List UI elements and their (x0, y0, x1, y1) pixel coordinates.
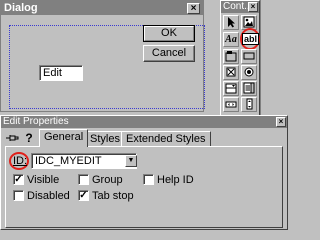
button-icon (243, 52, 255, 60)
v-scroll-icon (246, 98, 253, 110)
edit-properties-window: Edit Properties × ? General Styles Exten… (0, 115, 288, 230)
combo-box-tool[interactable] (223, 81, 239, 96)
radio-button-tool[interactable] (241, 65, 257, 80)
list-box-tool[interactable] (241, 81, 257, 96)
disabled-checkbox[interactable] (13, 190, 24, 201)
chevron-down-icon[interactable]: ▼ (125, 155, 137, 167)
group-checkbox[interactable] (78, 174, 89, 185)
static-text-tool[interactable]: Aa (223, 32, 239, 47)
ok-button[interactable]: OK (143, 25, 195, 42)
picture-icon (243, 16, 255, 28)
help-question-icon[interactable]: ? (23, 131, 35, 145)
id-combobox[interactable]: IDC_MYEDIT (31, 153, 137, 169)
edit-control[interactable]: Edit (39, 65, 83, 81)
group-box-tool[interactable] (223, 49, 239, 64)
pushpin-icon[interactable] (5, 132, 19, 144)
edit-box-tool[interactable]: abl (240, 28, 260, 50)
help-id-label: Help ID (157, 174, 194, 186)
pointer-tool[interactable] (223, 15, 239, 30)
dialog-title: Dialog (1, 1, 203, 15)
dialog-window: Dialog × OK Cancel Edit (0, 0, 205, 112)
tab-stop-checkbox[interactable]: ✓ (78, 190, 89, 201)
tab-stop-label: Tab stop (92, 190, 134, 202)
properties-title: Edit Properties (1, 116, 287, 128)
v-scroll-tool[interactable] (241, 97, 257, 112)
combo-box-icon (225, 83, 237, 94)
editor-right-strip (260, 0, 288, 120)
visible-checkbox[interactable]: ✓ (13, 174, 24, 185)
visible-label: Visible (27, 174, 60, 186)
edit-box-icon: abl (242, 33, 260, 45)
help-id-checkbox[interactable] (143, 174, 154, 185)
id-label: ID: (13, 155, 28, 167)
controls-close-button[interactable]: × (248, 2, 258, 12)
ok-button-label: OK (144, 26, 194, 41)
properties-close-button[interactable]: × (276, 117, 286, 127)
dialog-close-button[interactable]: × (187, 3, 200, 14)
tab-styles[interactable]: Styles (85, 131, 125, 147)
radio-button-icon (244, 67, 254, 77)
button-tool[interactable] (241, 49, 257, 64)
cancel-button[interactable]: Cancel (143, 45, 195, 62)
check-box-icon (226, 67, 236, 77)
controls-toolbox: Cont... × Aa abl (220, 0, 260, 120)
group-box-icon (225, 51, 237, 62)
tab-general[interactable]: General (39, 129, 89, 147)
pointer-icon (228, 17, 235, 28)
tab-extended-styles[interactable]: Extended Styles (121, 131, 211, 147)
disabled-label: Disabled (27, 190, 70, 202)
group-label: Group (92, 174, 123, 186)
h-scroll-tool[interactable] (223, 97, 239, 112)
static-text-icon: Aa (225, 34, 237, 45)
h-scroll-icon (225, 101, 237, 108)
list-box-icon (243, 82, 255, 94)
check-box-tool[interactable] (223, 65, 239, 80)
